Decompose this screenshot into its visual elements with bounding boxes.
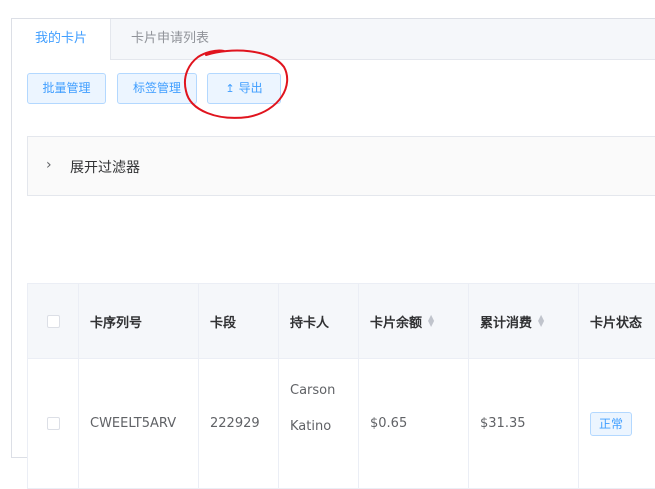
cell-balance: $0.65 — [359, 359, 469, 489]
cards-table: 卡序列号 卡段 持卡人 卡片余额 ▲ ▼ 累计消费 ▲ ▼ 卡片状态 CWEELT5… — [27, 283, 655, 489]
cell-spend: $31.35 — [469, 359, 579, 489]
header-balance-label: 卡片余额 — [370, 315, 423, 331]
header-holder: 持卡人 — [279, 284, 359, 359]
table-row[interactable]: CWEELT5ARV 222929 Carson Katino $0.65 $3… — [28, 359, 655, 489]
batch-manage-button[interactable]: 批量管理 — [27, 73, 106, 104]
row-checkbox-cell — [28, 359, 79, 489]
sort-icon[interactable]: ▲ ▼ — [538, 314, 544, 328]
tab-my-cards[interactable]: 我的卡片 — [12, 19, 111, 60]
tab-card-applications[interactable]: 卡片申请列表 — [110, 19, 230, 59]
sort-icon[interactable]: ▲ ▼ — [428, 314, 434, 328]
upload-icon: ↥ — [225, 82, 235, 95]
cell-status: 正常 — [579, 359, 655, 489]
header-checkbox-cell — [28, 284, 79, 359]
header-spend-label: 累计消费 — [480, 315, 533, 331]
status-badge: 正常 — [590, 411, 633, 436]
header-segment: 卡段 — [199, 284, 279, 359]
tab-bar: 我的卡片 卡片申请列表 — [12, 19, 655, 60]
cell-segment: 222929 — [199, 359, 279, 489]
header-spend[interactable]: 累计消费 ▲ ▼ — [469, 284, 579, 359]
table-header-row: 卡序列号 卡段 持卡人 卡片余额 ▲ ▼ 累计消费 ▲ ▼ 卡片状态 — [28, 284, 655, 359]
row-checkbox[interactable] — [46, 417, 60, 430]
export-button[interactable]: ↥ 导出 — [207, 73, 281, 104]
header-status: 卡片状态 — [579, 284, 655, 359]
chevron-right-icon: › — [46, 157, 52, 173]
export-button-label: 导出 — [238, 81, 263, 95]
header-serial: 卡序列号 — [79, 284, 199, 359]
cell-serial: CWEELT5ARV — [79, 359, 199, 489]
filter-label: 展开过滤器 — [70, 160, 140, 176]
header-balance[interactable]: 卡片余额 ▲ ▼ — [359, 284, 469, 359]
cell-holder: Carson Katino — [279, 359, 359, 489]
holder-first-name: Carson — [290, 383, 336, 398]
tag-manage-button[interactable]: 标签管理 — [117, 73, 197, 104]
filter-expander[interactable]: › 展开过滤器 — [27, 136, 655, 196]
select-all-checkbox[interactable] — [46, 314, 60, 328]
